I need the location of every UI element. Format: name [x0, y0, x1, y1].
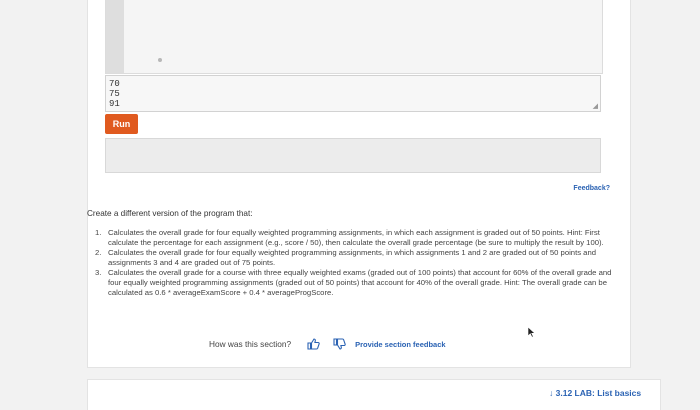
- list-item: 3. Calculates the overall grade for a co…: [95, 268, 620, 297]
- list-item-number: 2.: [95, 248, 102, 258]
- mouse-cursor-icon: [527, 325, 536, 343]
- list-item-number: 1.: [95, 228, 102, 237]
- feedback-link[interactable]: Feedback?: [560, 185, 610, 192]
- input-line: 75: [109, 89, 120, 99]
- input-line: 70: [109, 79, 120, 89]
- list-item: 1. Calculates the overall grade for four…: [95, 228, 620, 247]
- list-item-text: Calculates the overall grade for four eq…: [108, 248, 597, 267]
- list-item-text: Calculates the overall grade for a cours…: [108, 268, 612, 297]
- down-arrow-icon: ↓: [549, 388, 554, 398]
- list-item-number: 3.: [95, 268, 102, 278]
- resize-handle-icon[interactable]: ◢: [593, 103, 598, 110]
- next-section-link[interactable]: ↓ 3.12 LAB: List basics: [549, 388, 641, 398]
- section-feedback-question: How was this section?: [209, 339, 292, 349]
- task-list: 1. Calculates the overall grade for four…: [95, 228, 620, 298]
- thumbs-down-icon[interactable]: [331, 337, 347, 351]
- editor-cursor-dot: [158, 58, 162, 62]
- section-feedback-row: How was this section? Provide section fe…: [209, 337, 446, 351]
- next-section-label: 3.12 LAB: List basics: [555, 388, 642, 398]
- run-button[interactable]: Run: [105, 114, 138, 134]
- code-editor[interactable]: [105, 0, 603, 74]
- list-item-text: Calculates the overall grade for four eq…: [108, 228, 604, 247]
- editor-gutter: [106, 0, 124, 73]
- program-input-field[interactable]: 70 75 91 ◢: [105, 75, 601, 112]
- activity-prompt: Create a different version of the progra…: [87, 209, 253, 218]
- input-line: 91: [109, 99, 120, 109]
- list-item: 2. Calculates the overall grade for four…: [95, 248, 620, 267]
- program-output-area: [105, 138, 601, 173]
- provide-section-feedback-link[interactable]: Provide section feedback: [355, 340, 445, 349]
- input-values: 70 75 91: [109, 79, 120, 109]
- thumbs-up-icon[interactable]: [305, 337, 321, 351]
